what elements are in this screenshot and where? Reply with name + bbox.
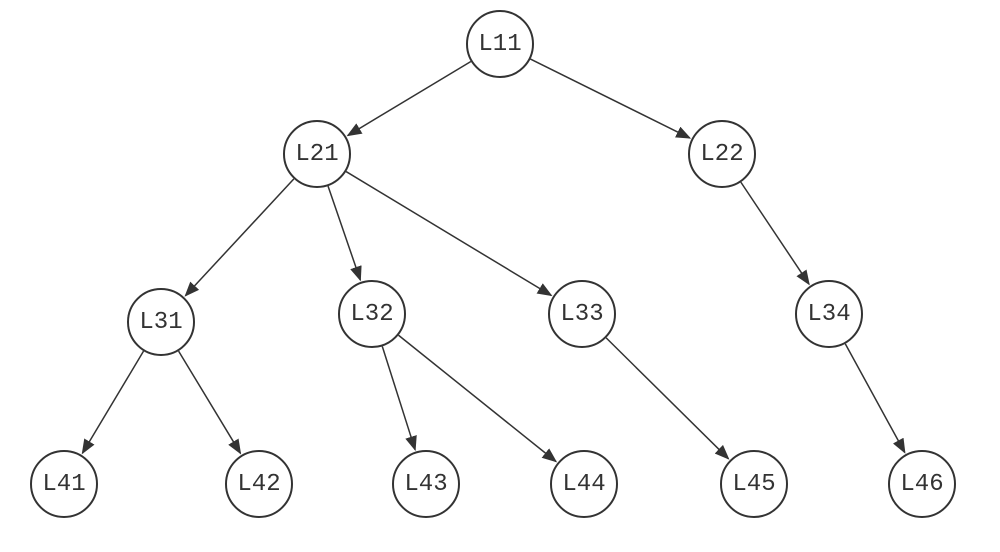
tree-node-l43: L43 (392, 450, 460, 518)
edge-l31-l41 (82, 351, 143, 453)
tree-node-label: L42 (237, 471, 280, 498)
tree-node-l33: L33 (548, 280, 616, 348)
edge-l11-l22 (530, 59, 689, 138)
tree-node-label: L43 (404, 471, 447, 498)
tree-node-label: L31 (139, 309, 182, 336)
tree-node-l31: L31 (127, 288, 195, 356)
edge-l32-l44 (399, 335, 556, 461)
tree-node-label: L46 (900, 471, 943, 498)
tree-node-label: L21 (295, 141, 338, 168)
tree-node-l22: L22 (688, 120, 756, 188)
edge-l21-l31 (185, 179, 293, 296)
edge-layer (0, 0, 1000, 552)
edge-l31-l42 (179, 351, 241, 453)
tree-node-l11: L11 (466, 10, 534, 78)
tree-node-l34: L34 (795, 280, 863, 348)
tree-node-label: L33 (560, 301, 603, 328)
tree-node-l32: L32 (338, 280, 406, 348)
tree-node-l46: L46 (888, 450, 956, 518)
tree-node-l42: L42 (225, 450, 293, 518)
tree-node-label: L41 (42, 471, 85, 498)
tree-node-l41: L41 (30, 450, 98, 518)
tree-node-label: L45 (732, 471, 775, 498)
edge-l11-l21 (348, 62, 471, 136)
tree-node-label: L22 (700, 141, 743, 168)
tree-node-label: L32 (350, 301, 393, 328)
tree-node-l44: L44 (550, 450, 618, 518)
tree-node-l21: L21 (283, 120, 351, 188)
tree-node-label: L44 (562, 471, 605, 498)
edge-l33-l45 (606, 338, 728, 459)
edge-l34-l46 (845, 344, 904, 453)
edge-l21-l32 (328, 186, 360, 280)
tree-node-label: L11 (478, 31, 521, 58)
tree-node-l45: L45 (720, 450, 788, 518)
tree-node-label: L34 (807, 301, 850, 328)
edge-l22-l34 (741, 182, 809, 284)
edge-l32-l43 (382, 346, 415, 449)
edge-l21-l33 (346, 172, 551, 296)
